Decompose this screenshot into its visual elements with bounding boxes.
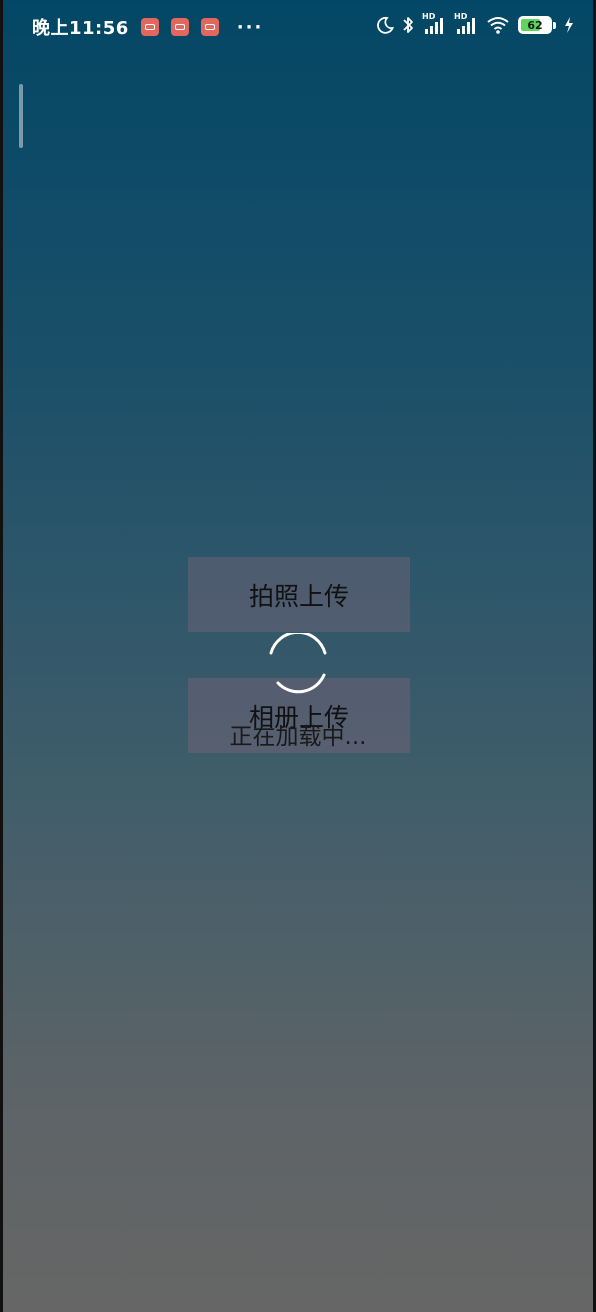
status-time: 晚上11:56 (32, 18, 129, 39)
bluetooth-icon (403, 17, 413, 33)
app-screen: 晚上11:56 ··· HD HD 62 拍照上传 相册上传 正在加载中... (0, 0, 596, 1312)
notification-app-icon (140, 18, 159, 36)
loading-spinner-icon (269, 633, 327, 694)
signal-hd-1: HD (422, 12, 446, 35)
loading-text: 正在加载中... (229, 724, 367, 750)
battery-cap (553, 21, 556, 29)
moon-icon (377, 16, 394, 34)
battery-level: 62 (527, 18, 543, 32)
scroll-indicator[interactable] (19, 84, 23, 148)
camera-upload-label: 拍照上传 (248, 581, 349, 611)
screen-edge-left (0, 0, 3, 1312)
status-bar: 晚上11:56 ··· HD HD 62 (0, 0, 596, 54)
camera-upload-button[interactable]: 拍照上传 (188, 557, 410, 632)
signal-icon (425, 18, 443, 34)
battery-icon: 62 (518, 16, 552, 34)
battery-indicator: 62 (518, 16, 556, 34)
status-bar-right: HD HD 62 (376, 12, 574, 35)
notification-app-icon (170, 18, 189, 36)
wifi-icon (487, 17, 509, 34)
status-bar-left: 晚上11:56 ··· (32, 14, 263, 40)
more-notifications-icon: ··· (236, 16, 264, 38)
notification-app-icon (200, 18, 219, 36)
signal-icon (457, 18, 475, 34)
signal-hd-2: HD (454, 12, 478, 35)
charging-icon (565, 17, 573, 33)
